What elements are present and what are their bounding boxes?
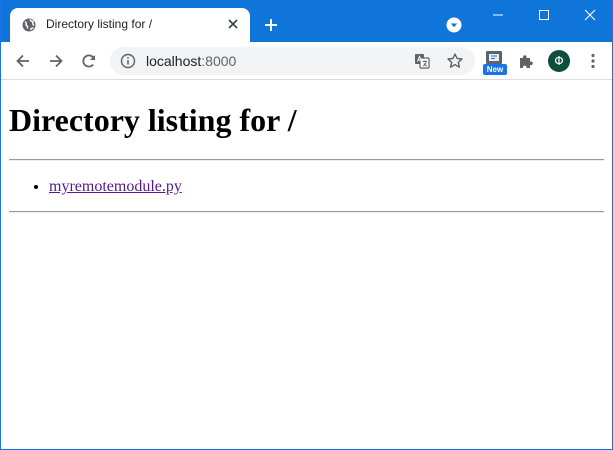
back-arrow-icon[interactable]	[14, 52, 32, 70]
file-link[interactable]: myremotemodule.py	[49, 178, 182, 195]
profile-avatar[interactable]: Φ	[548, 50, 570, 72]
bookmark-star-icon[interactable]	[446, 52, 464, 70]
url-text[interactable]: localhost:8000	[146, 53, 236, 69]
divider-top	[9, 159, 604, 161]
tab-title: Directory listing for /	[46, 17, 153, 31]
page-content: Directory listing for / myremotemodule.p…	[1, 81, 612, 449]
list-item: myremotemodule.py	[49, 177, 182, 197]
browser-window: Directory listing for / localhost:8000 N…	[0, 0, 613, 450]
close-icon[interactable]	[567, 0, 612, 30]
extensions-puzzle-icon[interactable]	[517, 52, 535, 70]
translate-icon[interactable]	[414, 53, 430, 69]
title-bar: Directory listing for /	[1, 0, 612, 42]
tab-close-icon[interactable]	[225, 16, 241, 32]
new-tab-plus-icon[interactable]	[262, 16, 280, 34]
divider-bottom	[9, 211, 604, 213]
url-port: :8000	[201, 53, 237, 69]
site-info-icon[interactable]	[120, 53, 136, 69]
toolbar: localhost:8000 New Φ	[1, 42, 612, 80]
tab-search-dropdown-icon[interactable]	[446, 17, 462, 33]
extension-new-icon[interactable]: New	[483, 51, 507, 75]
new-badge: New	[483, 64, 507, 75]
page-title: Directory listing for /	[9, 102, 297, 138]
globe-icon	[22, 18, 36, 32]
maximize-icon[interactable]	[521, 0, 567, 30]
more-options-icon[interactable]	[584, 52, 602, 70]
url-host: localhost	[146, 53, 202, 69]
file-list: myremotemodule.py	[49, 177, 182, 197]
forward-arrow-icon[interactable]	[47, 52, 65, 70]
address-bar[interactable]: localhost:8000	[110, 47, 475, 75]
tab-active[interactable]: Directory listing for /	[10, 8, 250, 42]
reload-icon[interactable]	[80, 52, 98, 70]
minimize-icon[interactable]	[475, 0, 521, 30]
